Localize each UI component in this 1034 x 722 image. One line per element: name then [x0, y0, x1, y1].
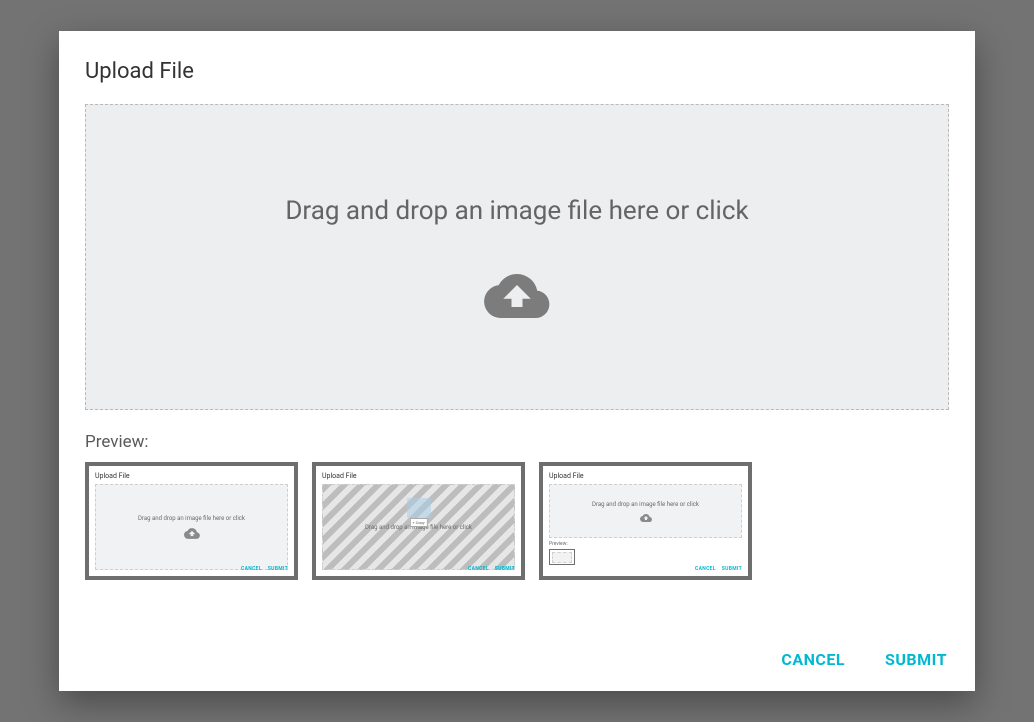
preview-thumbnail[interactable]: Upload File Drag and drop an image file …	[312, 462, 525, 580]
thumb-cancel: CANCEL	[468, 566, 489, 572]
thumb-preview-label: Preview:	[549, 541, 742, 547]
dialog-title: Upload File	[85, 59, 949, 84]
copy-badge: + Copy	[409, 518, 427, 527]
cancel-button[interactable]: CANCEL	[781, 650, 845, 669]
file-dropzone[interactable]: Drag and drop an image file here or clic…	[85, 104, 949, 410]
thumb-actions: CANCEL SUBMIT	[241, 566, 288, 572]
preview-thumbnail[interactable]: Upload File Drag and drop an image file …	[539, 462, 752, 580]
thumb-drop-text: Drag and drop an image file here or clic…	[138, 515, 245, 522]
thumb-title: Upload File	[322, 472, 515, 480]
thumb-cancel: CANCEL	[241, 566, 262, 572]
thumb-title: Upload File	[95, 472, 288, 480]
drag-overlay	[407, 498, 431, 518]
submit-button[interactable]: SUBMIT	[885, 650, 947, 669]
dialog-actions: CANCEL SUBMIT	[781, 650, 947, 669]
thumb-submit: SUBMIT	[495, 566, 515, 572]
thumb-submit: SUBMIT	[268, 566, 288, 572]
thumb-dropzone: Drag and drop an image file here or clic…	[549, 484, 742, 538]
cloud-upload-icon	[484, 274, 550, 318]
cloud-upload-icon	[184, 528, 200, 539]
thumb-dropzone: Drag and drop an image file here or clic…	[95, 484, 288, 570]
thumb-actions: CANCEL SUBMIT	[695, 566, 742, 572]
thumb-nested-preview	[549, 549, 575, 565]
thumb-submit: SUBMIT	[722, 566, 742, 572]
thumb-actions: CANCEL SUBMIT	[468, 566, 515, 572]
cloud-upload-icon	[640, 514, 652, 522]
preview-label: Preview:	[85, 432, 949, 452]
dropzone-instruction: Drag and drop an image file here or clic…	[285, 196, 748, 226]
thumb-drop-text: Drag and drop an image file here or clic…	[592, 501, 699, 508]
preview-thumbnails: Upload File Drag and drop an image file …	[85, 462, 949, 580]
thumb-dropzone-dragover: Drag and drop an image file here or clic…	[322, 484, 515, 570]
preview-thumbnail[interactable]: Upload File Drag and drop an image file …	[85, 462, 298, 580]
thumb-title: Upload File	[549, 472, 742, 480]
upload-dialog: Upload File Drag and drop an image file …	[59, 31, 975, 691]
thumb-cancel: CANCEL	[695, 566, 716, 572]
